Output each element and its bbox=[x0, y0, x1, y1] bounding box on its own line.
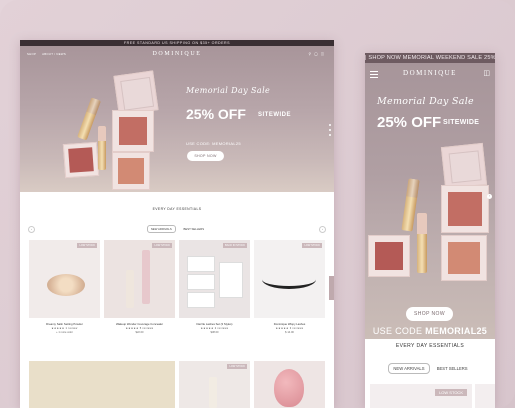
product-name[interactable]: Dominique Wispy Lashes bbox=[254, 322, 325, 326]
blush-compact-small bbox=[112, 152, 150, 190]
product-tabs: NEW ARRIVALS BEST SELLERS bbox=[20, 225, 334, 233]
tab-new-arrivals[interactable]: NEW ARRIVALS bbox=[146, 225, 176, 233]
logo[interactable]: DOMINIQUE bbox=[365, 69, 495, 77]
hero-script-title: Memorial Day Sale bbox=[186, 86, 271, 95]
promo-tile[interactable] bbox=[29, 361, 175, 408]
blush-compact bbox=[112, 110, 154, 152]
lash-box-art bbox=[187, 292, 215, 308]
sponge-art bbox=[274, 369, 304, 407]
product-name[interactable]: Wakeup Wonder Coverage Concealer bbox=[104, 322, 175, 326]
product-price: $ 14.00 bbox=[285, 331, 294, 334]
hero-promo-code: USE CODE MEMORIAL25 bbox=[365, 326, 495, 336]
tab-best-sellers[interactable]: BEST SELLERS bbox=[433, 364, 472, 373]
lash-art bbox=[262, 270, 316, 289]
shop-now-button[interactable]: SHOP NOW bbox=[187, 151, 224, 161]
tab-new-arrivals[interactable]: NEW ARRIVALS bbox=[388, 363, 430, 374]
stock-badge: BACK IN STOCK bbox=[223, 243, 247, 248]
product-card[interactable]: LOW STOCK Wakeup Wonder Coverage Conceal… bbox=[104, 240, 175, 334]
product-card[interactable] bbox=[475, 384, 495, 408]
carousel-next-icon[interactable]: › bbox=[487, 194, 492, 199]
compact-top bbox=[440, 142, 488, 190]
hero-headline: 25% OFF bbox=[377, 114, 442, 131]
hero-banner[interactable]: DOMINIQUE ◫ Memorial Day Sale 25% OFF SI… bbox=[365, 63, 495, 339]
hero-headline: 25% OFF bbox=[186, 106, 246, 122]
product-image[interactable]: BACK IN STOCK bbox=[179, 240, 250, 318]
product-image[interactable]: LOW STOCK bbox=[29, 240, 100, 318]
product-price: $22.00 bbox=[135, 331, 144, 334]
shop-now-button[interactable]: SHOP NOW bbox=[406, 307, 453, 321]
cart-icon[interactable]: ◫ bbox=[483, 69, 490, 77]
mobile-mockup: | SHOP NOW MEMORIAL WEEKEND SALE 25% ST … bbox=[365, 53, 495, 408]
product-card[interactable]: LOW STOCK bbox=[179, 361, 250, 408]
promo-code-prefix: USE CODE bbox=[372, 326, 423, 336]
product-card[interactable]: LOW STOCK bbox=[370, 384, 472, 408]
product-rating: ★★★★★ 3 reviews bbox=[275, 327, 304, 330]
highlighter-tube bbox=[417, 213, 427, 273]
hero-promo-code: USE CODE: MEMORIAL25 bbox=[186, 141, 241, 146]
stock-badge: LOW STOCK bbox=[227, 364, 247, 369]
product-card[interactable]: LOW STOCK Dominique Wispy Lashes ★★★★★ 3… bbox=[254, 240, 325, 334]
announcement-bar[interactable]: | SHOP NOW MEMORIAL WEEKEND SALE 25% ST bbox=[365, 53, 495, 63]
stock-badge: LOW STOCK bbox=[435, 389, 467, 396]
concealer-tube-art bbox=[209, 377, 217, 408]
product-name[interactable]: Dreamy Satin Setting Powder bbox=[29, 322, 100, 326]
product-image[interactable]: LOW STOCK bbox=[254, 240, 325, 318]
section-title: EVERY DAY ESSENTIALS bbox=[152, 207, 202, 211]
highlighter-tube bbox=[98, 126, 106, 170]
hero-subhead: SITEWIDE bbox=[443, 119, 480, 126]
background-card: FREE STANDARD US SHIPPING ON $35+ ORDERS… bbox=[0, 0, 515, 408]
product-rating: ★★★★★ 5 reviews bbox=[125, 327, 154, 330]
powder-jar-art bbox=[47, 274, 85, 296]
hero-subhead: SITEWIDE bbox=[258, 112, 292, 118]
stock-badge: LOW STOCK bbox=[302, 243, 322, 248]
product-price: $38.00 bbox=[210, 331, 219, 334]
hero-banner[interactable]: SHOP ABOUT / NEWS DOMINIQUE ⚲◯◫ Memorial… bbox=[20, 46, 334, 192]
product-image[interactable]: LOW STOCK bbox=[104, 240, 175, 318]
blush-compact-left bbox=[62, 141, 100, 179]
carousel-next-icon[interactable]: › bbox=[319, 226, 326, 233]
product-card[interactable] bbox=[254, 361, 325, 408]
lash-box-art bbox=[187, 256, 215, 272]
lash-box-art bbox=[187, 274, 215, 290]
wand-art bbox=[142, 250, 150, 304]
lash-box-art bbox=[219, 262, 243, 298]
logo[interactable]: DOMINIQUE bbox=[20, 51, 334, 57]
promo-code-value: MEMORIAL25 bbox=[425, 326, 488, 336]
product-rating: ★★★★★ 2 reviews bbox=[200, 327, 229, 330]
product-rating: ★★★★★ 1 review bbox=[51, 327, 78, 330]
header-nav: SHOP ABOUT / NEWS DOMINIQUE ⚲◯◫ bbox=[20, 46, 334, 64]
compact-top bbox=[113, 70, 159, 116]
side-tab[interactable] bbox=[329, 276, 334, 300]
hero-script-title: Memorial Day Sale bbox=[377, 96, 474, 107]
tab-best-sellers[interactable]: BEST SELLERS bbox=[180, 226, 207, 232]
concealer-tube-art bbox=[126, 270, 134, 308]
cart-icon[interactable]: ◫ bbox=[321, 52, 327, 56]
blush-compact-small bbox=[441, 235, 487, 281]
account-icon[interactable]: ◯ bbox=[314, 52, 321, 56]
blush-compact-left bbox=[368, 235, 410, 277]
product-card[interactable]: BACK IN STOCK Dazzle Lashes Set (3 Style… bbox=[179, 240, 250, 334]
product-card[interactable]: LOW STOCK Dreamy Satin Setting Powder ★★… bbox=[29, 240, 100, 334]
stock-badge: LOW STOCK bbox=[77, 243, 97, 248]
blush-compact bbox=[441, 185, 489, 233]
stock-badge: LOW STOCK bbox=[152, 243, 172, 248]
section-title: EVERY DAY ESSENTIALS bbox=[395, 343, 465, 349]
desktop-mockup: FREE STANDARD US SHIPPING ON $35+ ORDERS… bbox=[20, 40, 334, 408]
carousel-dots[interactable] bbox=[329, 124, 331, 144]
product-tabs: NEW ARRIVALS BEST SELLERS bbox=[365, 363, 495, 374]
product-name[interactable]: Dazzle Lashes Set (3 Styles) bbox=[179, 322, 250, 326]
header-icons: ⚲◯◫ bbox=[309, 52, 328, 56]
product-price: + 1 more color bbox=[56, 331, 73, 334]
